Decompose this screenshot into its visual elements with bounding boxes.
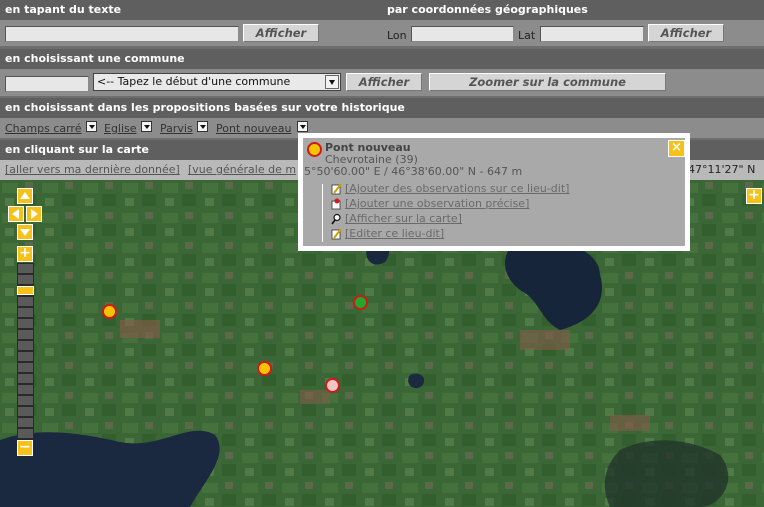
action-add-precise-observation-link[interactable]: [Ajouter une observation précise] — [345, 197, 529, 211]
overview-link[interactable]: [vue générale de m — [188, 160, 296, 180]
chevron-down-icon[interactable] — [141, 121, 152, 132]
search-text-heading: en tapant du texte — [5, 3, 122, 16]
history-item-pont-nouveau[interactable]: Pont nouveau — [216, 122, 291, 135]
zoom-slot[interactable] — [17, 406, 34, 417]
last-data-link[interactable]: [aller vers ma dernière donnée] — [5, 160, 180, 180]
commune-select-value: <-- Tapez le début d'une commune — [97, 75, 291, 88]
commune-row: <-- Tapez le début d'une commune Affiche… — [0, 69, 764, 96]
chevron-down-icon[interactable] — [297, 121, 308, 132]
lon-label: Lon — [387, 29, 407, 42]
pan-right-button[interactable] — [26, 206, 42, 222]
text-search-input[interactable] — [5, 26, 239, 42]
search-row: Afficher Lon Lat Afficher — [0, 20, 764, 46]
zoom-slot[interactable] — [17, 329, 34, 340]
coords-show-button[interactable]: Afficher — [648, 24, 724, 42]
zoom-slot[interactable] — [17, 263, 34, 274]
arrow-left-icon — [12, 209, 19, 219]
edit-note-icon — [331, 183, 342, 195]
action-add-observations-link[interactable]: [Ajouter des observations sur ce lieu-di… — [345, 182, 569, 196]
history-item-eglise[interactable]: Eglise — [104, 122, 137, 135]
actions-divider — [322, 184, 323, 242]
zoom-slot[interactable] — [17, 351, 34, 362]
zoom-slot[interactable] — [17, 395, 34, 406]
lon-input[interactable] — [411, 26, 514, 42]
zoom-slot[interactable] — [17, 274, 34, 285]
marker-yellow-1[interactable] — [102, 304, 117, 319]
zoom-slot[interactable] — [17, 340, 34, 351]
expand-button[interactable]: + — [746, 188, 762, 204]
search-coords-heading: par coordonnées géographiques — [387, 3, 588, 16]
marker-green[interactable] — [353, 295, 368, 310]
zoom-slot[interactable] — [17, 384, 34, 395]
zoom-commune-button[interactable]: Zoomer sur la commune — [429, 73, 666, 91]
commune-select[interactable]: <-- Tapez le début d'une commune — [93, 73, 341, 91]
arrow-right-icon — [31, 209, 38, 219]
header-history: en choisissant dans les propositions bas… — [0, 98, 764, 118]
history-item-parvis[interactable]: Parvis — [160, 122, 193, 135]
action-show-on-map-link[interactable]: [Afficher sur la carte] — [345, 212, 462, 226]
zoom-slot[interactable] — [17, 362, 34, 373]
zoom-slot[interactable] — [17, 373, 34, 384]
chevron-down-icon[interactable] — [197, 121, 208, 132]
action-edit-place-link[interactable]: [Editer ce lieu-dit] — [345, 227, 444, 241]
chevron-down-icon[interactable] — [86, 121, 97, 132]
pan-up-button[interactable] — [17, 188, 33, 204]
commune-heading: en choisissant une commune — [5, 52, 185, 65]
pencil-icon — [331, 228, 342, 240]
zoom-slot[interactable] — [17, 307, 34, 318]
pin-note-icon — [331, 198, 341, 210]
coordinate-readout: 47°11'27" N — [688, 163, 756, 176]
lat-input[interactable] — [540, 26, 644, 42]
pan-down-button[interactable] — [17, 224, 33, 240]
popup-coordinates: 5°50'60.00" E / 46°38'60.00" N - 647 m — [304, 165, 523, 178]
chevron-down-icon — [325, 75, 339, 89]
header-search: en tapant du texte par coordonnées géogr… — [0, 0, 764, 20]
zoom-slot[interactable] — [17, 296, 34, 307]
magnifier-icon — [331, 213, 341, 225]
location-marker-icon — [307, 142, 322, 157]
marker-yellow-2[interactable] — [257, 361, 272, 376]
lat-label: Lat — [518, 29, 536, 42]
arrow-up-icon — [20, 192, 30, 199]
zoom-handle[interactable] — [17, 286, 34, 295]
text-search-show-button[interactable]: Afficher — [243, 24, 319, 42]
location-popup: Pont nouveau Chevrotaine (39) 5°50'60.00… — [298, 133, 690, 251]
history-item-champs-carre[interactable]: Champs carré — [5, 122, 81, 135]
zoom-slot[interactable] — [17, 417, 34, 428]
pan-left-button[interactable] — [8, 206, 24, 222]
zoom-in-button[interactable]: + — [17, 246, 33, 262]
header-commune: en choisissant une commune — [0, 49, 764, 69]
close-button[interactable]: × — [668, 140, 685, 157]
zoom-slot[interactable] — [17, 318, 34, 329]
history-heading: en choisissant dans les propositions bas… — [5, 101, 405, 114]
zoom-out-button[interactable]: − — [17, 440, 33, 456]
commune-show-button[interactable]: Afficher — [346, 73, 422, 91]
zoom-slot[interactable] — [17, 428, 34, 439]
arrow-down-icon — [20, 229, 30, 236]
map-click-heading: en cliquant sur la carte — [5, 143, 149, 156]
commune-input[interactable] — [5, 76, 89, 92]
marker-pink[interactable] — [325, 378, 340, 393]
popup-body: Pont nouveau Chevrotaine (39) 5°50'60.00… — [303, 138, 685, 246]
